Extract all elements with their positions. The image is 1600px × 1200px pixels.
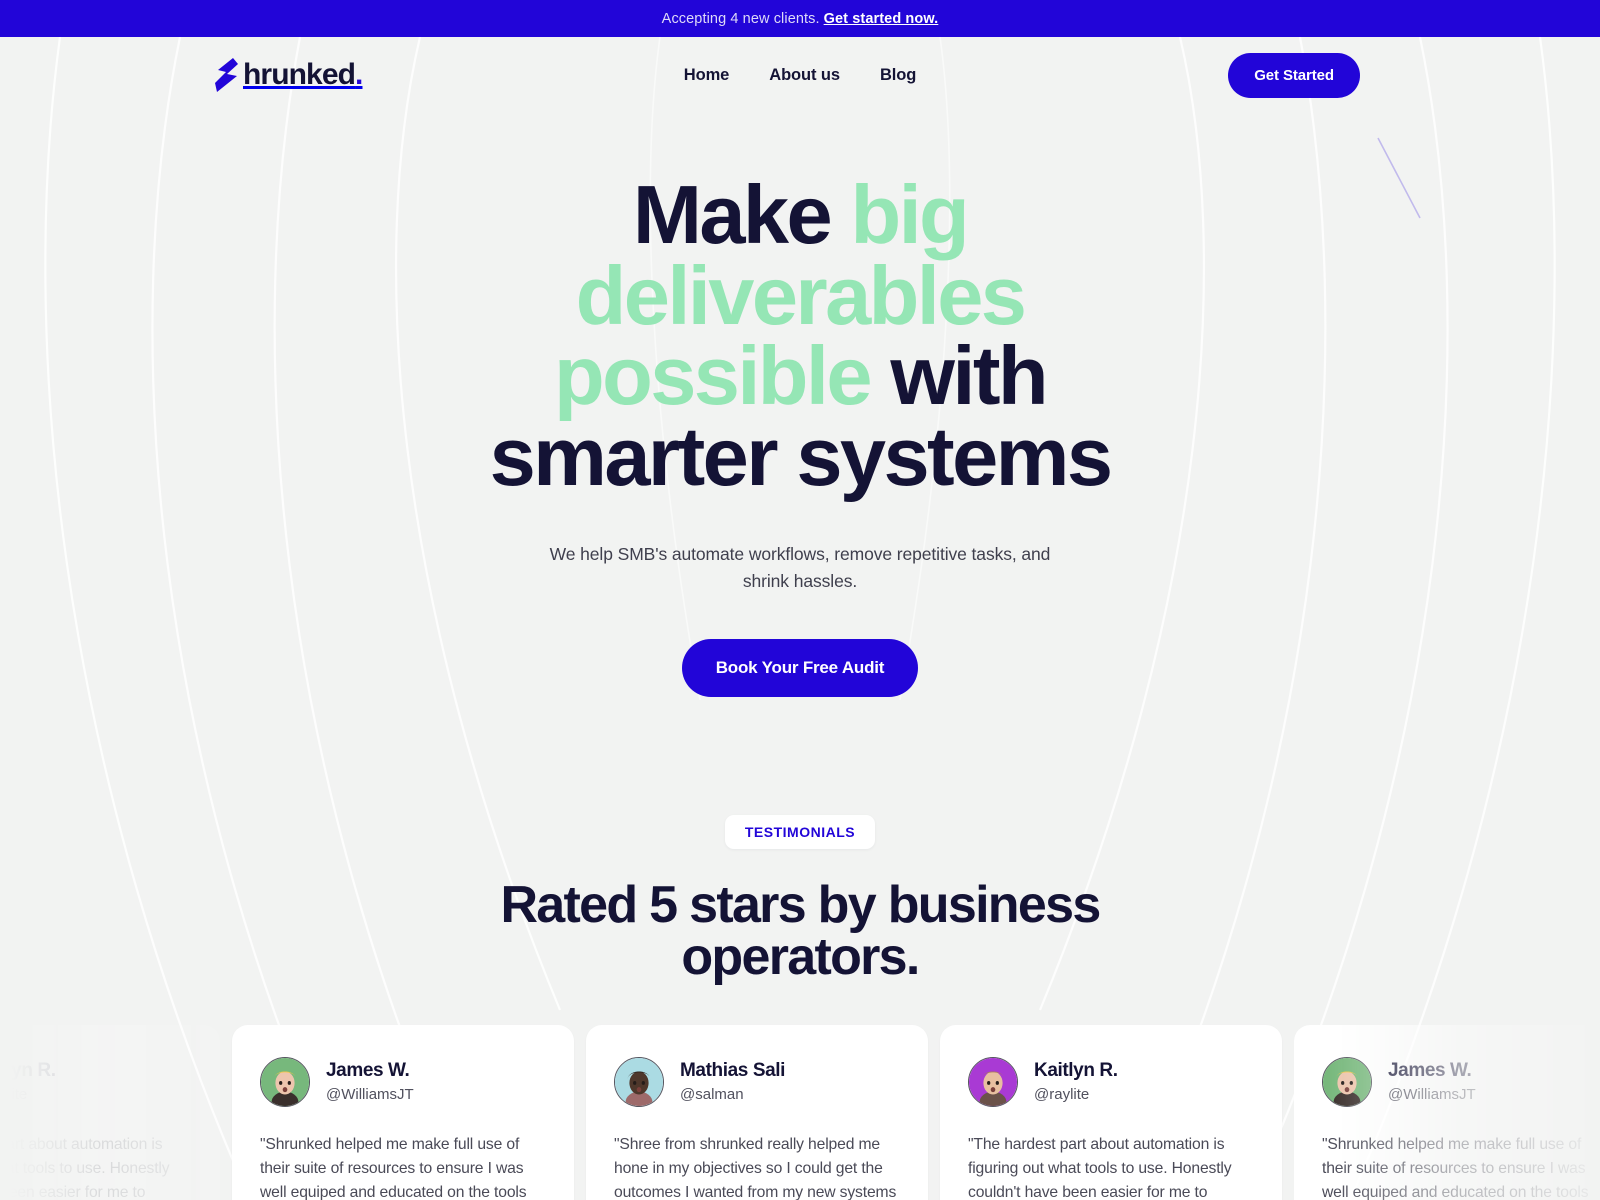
nav-item-home[interactable]: Home [684,66,730,85]
logo[interactable]: hrunked. [211,57,363,93]
author-handle: @salman [680,1086,744,1104]
author-info: Mathias Sali @salman [680,1059,785,1105]
author-name: Kaitlyn R. [0,1060,56,1082]
testimonial-author: Kaitlyn R. @raylite [968,1057,1254,1108]
testimonial-author: James W. @WilliamsJT [1322,1057,1600,1108]
testimonial-quote: "The hardest part about automation is fi… [968,1136,1232,1200]
author-name: Kaitlyn R. [1034,1060,1118,1082]
avatar [614,1057,664,1108]
avatar [260,1057,310,1108]
get-started-button[interactable]: Get Started [1228,52,1360,98]
lightning-s-mark-icon [211,57,243,93]
testimonials-header: TESTIMONIALS Rated 5 stars by business o… [0,815,1600,983]
logo-text: hrunked. [243,58,363,91]
testimonial-quote: "Shrunked helped me make full use of the… [1322,1136,1589,1200]
author-info: James W. @WilliamsJT [326,1059,414,1105]
testimonial-card[interactable]: James W. @WilliamsJT "Shrunked helped me m… [1294,1025,1600,1200]
testimonial-author: Mathias Sali @salman [614,1057,900,1108]
testimonial-quote: "Shree from shrunked really helped me ho… [614,1136,897,1200]
book-free-audit-button[interactable]: Book Your Free Audit [681,639,919,698]
avatar [968,1057,1018,1108]
testimonial-card[interactable]: Mathias Sali @salman "Shree from shrunked … [586,1025,928,1200]
author-name: James W. [1388,1060,1472,1082]
announcement-bar[interactable]: Accepting 4 new clients. Get started now… [0,0,1600,37]
site-header: hrunked. Home About us Blog Get Started [0,37,1600,113]
testimonial-quote: "Shrunked helped me make full use of the… [260,1136,527,1200]
testimonial-quote: "The hardest part about automation is fi… [0,1136,170,1200]
author-handle: @WilliamsJT [326,1086,414,1104]
testimonial-carousel[interactable]: Kaitlyn R. @raylite "The hardest part abou… [0,1025,1600,1200]
author-handle: @WilliamsJT [1388,1086,1476,1104]
testimonials-heading: Rated 5 stars by business operators. [500,876,1101,987]
headline-part-1: Make [632,168,851,261]
testimonial-card[interactable]: Kaitlyn R. @raylite "The hardest part abou… [0,1025,220,1200]
testimonial-card[interactable]: James W. @WilliamsJT "Shrunked helped me m… [232,1025,574,1200]
hero-section: Make big deliverables possible with smar… [0,113,1600,698]
nav-item-about-us[interactable]: About us [769,66,840,85]
author-info: Kaitlyn R. @raylite [0,1059,56,1105]
testimonial-card[interactable]: Kaitlyn R. @raylite "The hardest part abou… [940,1025,1282,1200]
testimonial-author: Kaitlyn R. @raylite [0,1057,192,1107]
testimonial-author: James W. @WilliamsJT [260,1057,546,1108]
author-info: James W. @WilliamsJT [1388,1059,1476,1105]
testimonials-badge: TESTIMONIALS [724,815,876,850]
author-name: Mathias Sali [680,1060,786,1082]
author-info: Kaitlyn R. @raylite [1034,1059,1118,1105]
hero-headline: Make big deliverables possible with smar… [410,173,1190,497]
nav-item-blog[interactable]: Blog [880,66,916,85]
hero-subtext: We help SMB's automate workflows, remove… [549,544,1051,592]
announcement-link[interactable]: Get started now. [824,11,939,27]
author-handle: @raylite [0,1086,28,1104]
logo-dot: . [355,58,363,91]
announcement-text: Accepting 4 new clients. [661,10,820,27]
avatar [1322,1057,1372,1108]
author-name: James W. [326,1060,410,1082]
author-handle: @raylite [1034,1086,1090,1104]
